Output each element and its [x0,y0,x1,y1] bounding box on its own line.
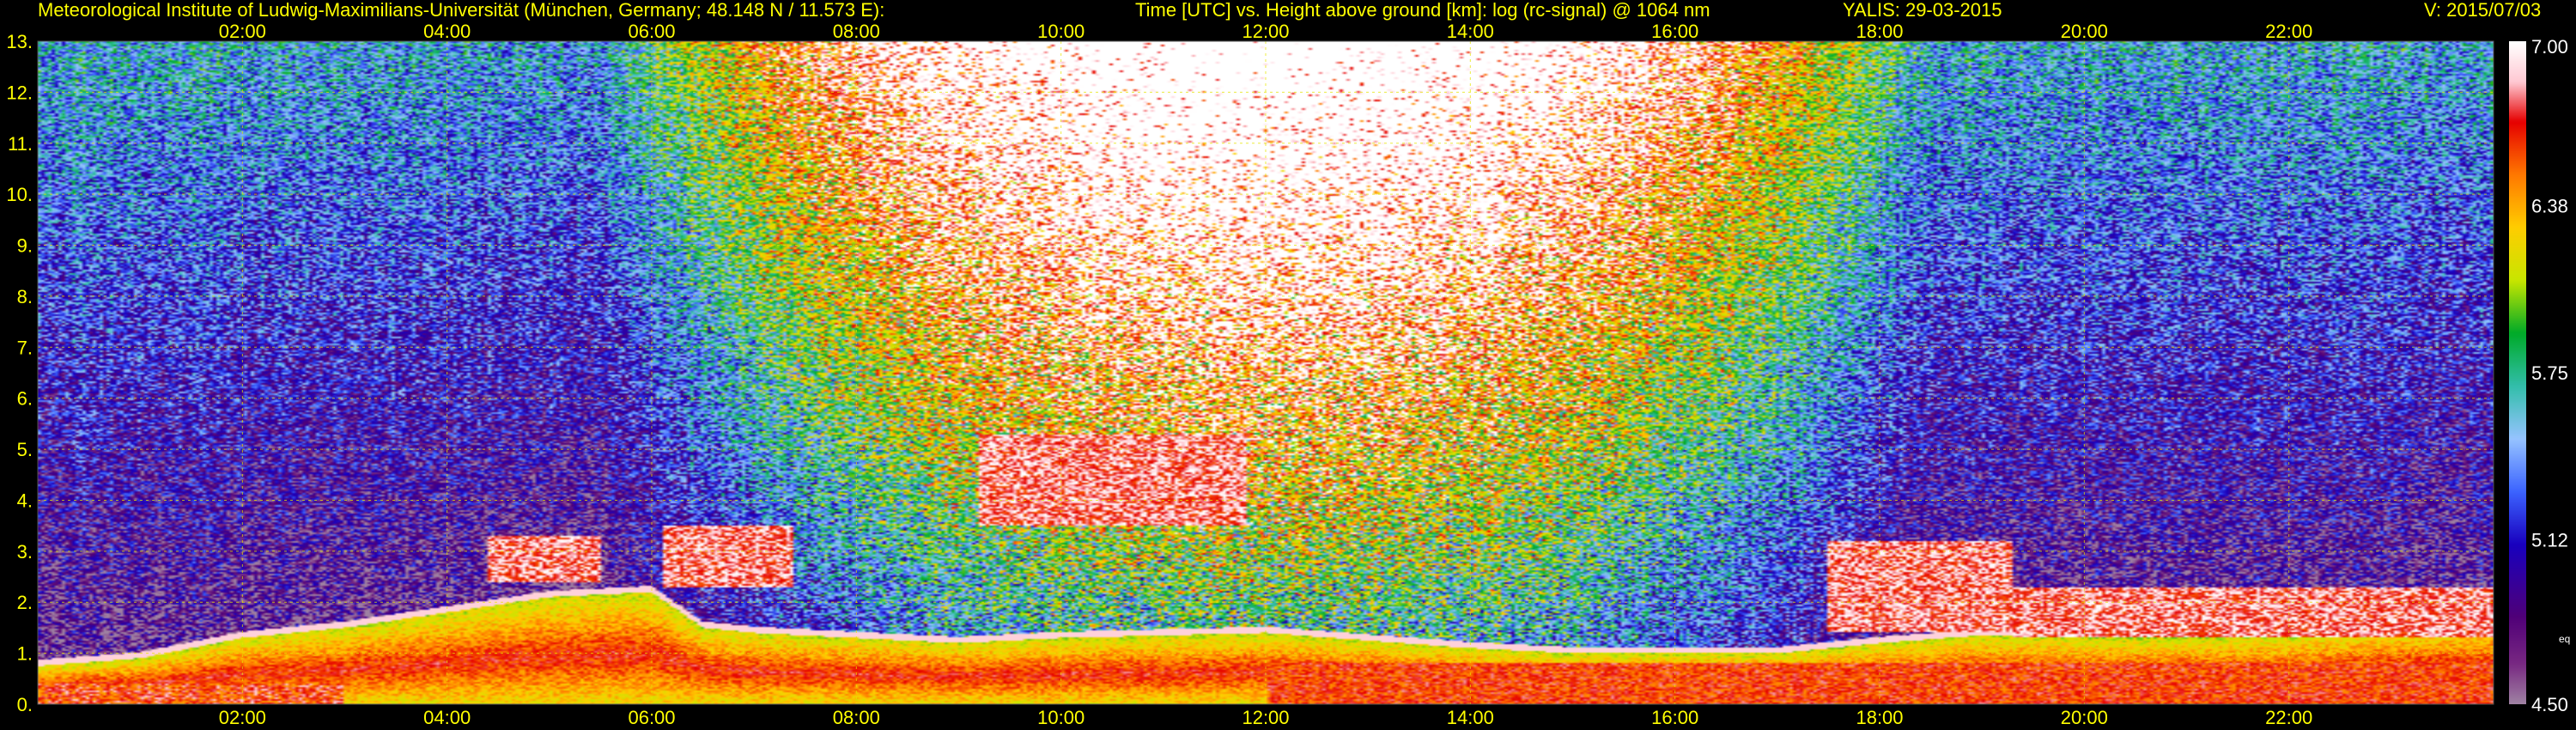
y-tick-1: 1. [17,643,33,665]
x-tick-top-1600: 16:00 [1651,21,1698,42]
y-tick-0: 0. [17,694,33,715]
x-tick-bottom-0400: 04:00 [423,707,471,728]
lidar-chart: 02:00 04:00 06:00 08:00 10:00 12:00 14:00 16:00… [6,21,2570,728]
y-tick-13: 13. [6,31,33,52]
colorbar-gradient [2509,41,2526,704]
colorbar-label-1: 6.38 [2531,195,2568,216]
x-tick-bottom-2000: 20:00 [2061,707,2108,728]
colorbar-label-0: 7.00 [2531,36,2568,58]
x-tick-bottom-1600: 16:00 [1651,707,1698,728]
x-tick-top-2200: 22:00 [2265,21,2312,42]
y-tick-3: 3. [17,541,33,563]
x-tick-bottom-0200: 02:00 [219,707,266,728]
y-tick-6: 6. [17,388,33,410]
x-tick-bottom-0800: 08:00 [833,707,880,728]
y-tick-5: 5. [17,439,33,460]
y-axis: 0. 1. 2. 3. 4. 5. 6. 7. 8. 9. 10. 11. 12. 13. [6,31,33,715]
x-tick-bottom-2200: 22:00 [2265,707,2312,728]
colorbar: 7.00 6.38 5.75 5.12 4.50 eq [2509,36,2570,715]
x-tick-top-0200: 02:00 [219,21,266,42]
y-tick-10: 10. [6,184,33,205]
colorbar-label-3: 5.12 [2531,530,2568,551]
y-tick-12: 12. [6,82,33,103]
x-axis-top: 02:00 04:00 06:00 08:00 10:00 12:00 14:00 16:00… [219,21,2312,42]
x-tick-top-1800: 18:00 [1856,21,1903,42]
x-tick-top-2000: 20:00 [2061,21,2108,42]
colorbar-labels: 7.00 6.38 5.75 5.12 4.50 eq [2531,36,2570,715]
y-tick-2: 2. [17,592,33,613]
x-tick-bottom-1000: 10:00 [1037,707,1084,728]
x-tick-top-0400: 04:00 [423,21,471,42]
y-tick-9: 9. [17,235,33,257]
x-tick-bottom-0600: 06:00 [628,707,675,728]
y-tick-8: 8. [17,286,33,307]
x-tick-top-1000: 10:00 [1037,21,1084,42]
x-tick-top-1200: 12:00 [1242,21,1289,42]
y-tick-11: 11. [8,133,33,155]
colorbar-label-4: 4.50 [2531,694,2568,715]
x-tick-bottom-1200: 12:00 [1242,707,1289,728]
x-tick-bottom-1800: 18:00 [1856,707,1903,728]
plot-area [37,40,2494,705]
x-tick-bottom-1400: 14:00 [1447,707,1494,728]
x-tick-top-1400: 14:00 [1447,21,1494,42]
x-tick-top-0600: 06:00 [628,21,675,42]
x-axis-bottom: 02:00 04:00 06:00 08:00 10:00 12:00 14:00 16:00… [219,707,2312,728]
y-tick-7: 7. [17,337,33,358]
colorbar-label-2: 5.75 [2531,362,2568,384]
x-tick-top-0800: 08:00 [833,21,880,42]
y-tick-4: 4. [17,490,33,511]
colorbar-note: eq [2559,633,2570,645]
